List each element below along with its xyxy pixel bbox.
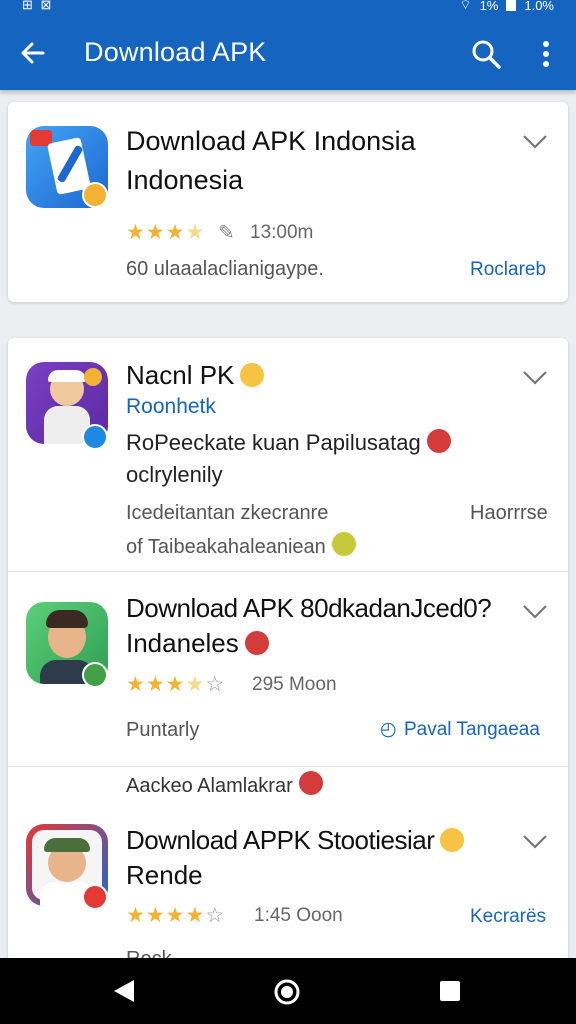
angry-emoji-icon [244, 631, 269, 655]
cap-icon [44, 838, 90, 852]
chevron-down-icon[interactable] [522, 134, 548, 150]
app-body-line1: RoPeeckate kuan Papilusatag [126, 427, 451, 459]
badge-icon [82, 662, 108, 688]
developer-link[interactable]: Roonhetk [126, 395, 216, 419]
meta-text: 1:45 Ooon [254, 905, 343, 926]
app-list-card: Nacnl PK Roonhetk RoPeeckate kuan Papilu… [8, 338, 568, 978]
battery-percent-2: 1.0% [524, 0, 554, 13]
app-grey-right: Haorrrse [470, 502, 548, 524]
page-title: Download APK [84, 37, 267, 67]
app-grey-line2: of Taibeakahaleaniean [126, 532, 356, 559]
pencil-icon: ✎ [218, 222, 235, 244]
action-link[interactable]: Roclareb [470, 259, 546, 281]
app-title: Nacnl PK [126, 356, 265, 394]
angry-emoji-icon [426, 429, 451, 453]
chevron-down-icon[interactable] [522, 834, 548, 850]
home-nav-icon[interactable] [272, 977, 302, 1007]
partial-text: Aackeo Alamlakrar [126, 771, 323, 798]
app-title: Download APK Indonsia [126, 126, 416, 156]
smile-emoji-icon [440, 828, 465, 852]
divider [8, 571, 568, 572]
rating-stars: ★★★★☆ [126, 904, 226, 927]
app-title: Download APPK Stootiesiar [126, 821, 465, 859]
cap-icon [48, 370, 86, 382]
recents-nav-icon[interactable] [438, 979, 462, 1003]
app-bar: Download APK [0, 16, 576, 90]
smile-emoji-icon [240, 363, 265, 387]
notification-icons: ⊞ ⊠ [22, 0, 54, 12]
smile-emoji-icon [331, 532, 356, 556]
chevron-down-icon[interactable] [522, 370, 548, 386]
rating-stars: ★★★★ [126, 221, 206, 244]
back-nav-icon[interactable] [110, 978, 138, 1004]
badge-icon [82, 182, 108, 208]
app-description: 60 ulaaalaclianigaype. [126, 258, 324, 280]
chevron-down-icon[interactable] [522, 604, 548, 620]
meta-text: 13:00m [250, 222, 314, 243]
action-link[interactable]: Kecrarës [470, 906, 546, 928]
status-right: ⌔ 1% 1.0% [459, 0, 554, 13]
category-label: Puntarly [126, 719, 200, 741]
badge-icon [82, 884, 108, 910]
rating-stars: ★★★★☆ [126, 673, 226, 696]
clock-icon: ◴ [380, 719, 397, 740]
star-badge-icon [84, 368, 102, 386]
battery-icon [506, 0, 517, 11]
app-title-line2: Rende [126, 860, 203, 890]
wifi-icon: ⌔ [459, 0, 472, 12]
app-card[interactable]: Download APK Indonsia Indonesia ★★★★ ✎ 1… [8, 102, 568, 302]
badge-icon [82, 424, 108, 450]
status-bar: ⊞ ⊠ ⌔ 1% 1.0% [0, 0, 576, 16]
system-nav-bar [0, 958, 576, 1024]
meta-text: 295 Moon [252, 674, 337, 695]
search-icon[interactable] [470, 38, 502, 70]
app-title-line2: Indaneles [126, 624, 269, 662]
battery-percent: 1% [479, 0, 499, 13]
back-arrow-icon[interactable] [16, 36, 50, 70]
action-link[interactable]: Paval Tangaeaa [404, 719, 540, 741]
more-vert-icon[interactable] [536, 38, 556, 70]
angry-emoji-icon [298, 771, 323, 795]
app-body-line2: oclrylenily [126, 462, 223, 487]
app-title: Download APK 80dkadanJced0? [126, 593, 492, 623]
hair-icon [46, 610, 88, 628]
divider [8, 766, 568, 767]
app-title-line2: Indonesia [126, 165, 244, 195]
app-grey-line1: Icedeitantan zkecranre [126, 502, 329, 524]
